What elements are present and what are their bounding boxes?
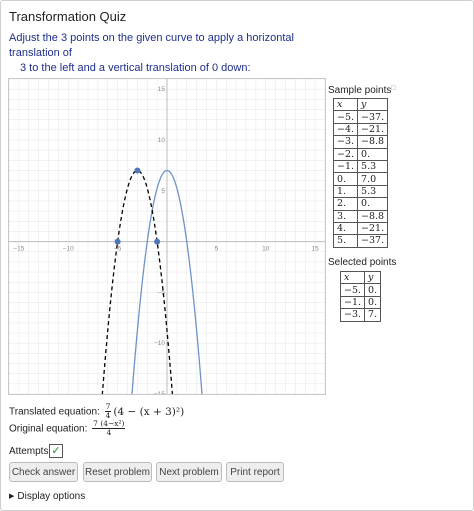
sample-points-table: x y −5. −37. −4. −21. −3. −8.8 −2. 0. −1. 5.3 0. 7.… xyxy=(332,97,389,248)
header-x: x xyxy=(332,97,359,112)
draggable-point[interactable] xyxy=(154,238,161,245)
cell-y: 5.3 xyxy=(357,184,389,199)
cell-y: −37. xyxy=(357,234,389,248)
table-row: 2. 0. xyxy=(332,197,389,211)
y-tick-label: −10 xyxy=(154,340,165,347)
draggable-point[interactable] xyxy=(114,238,121,245)
triangle-right-icon: ▶ xyxy=(9,493,15,500)
quiz-panel: Transformation Quiz Adjust the 3 points … xyxy=(0,0,474,511)
quiz-title: Transformation Quiz xyxy=(9,9,127,24)
original-fraction: 7 (4−x²) 4 xyxy=(92,419,126,437)
cell-x: 4. xyxy=(332,221,359,236)
translated-equation-rest: (4 − (x + 3)²) xyxy=(113,405,185,418)
y-tick-label: 10 xyxy=(158,137,166,144)
header-x: x xyxy=(339,270,366,285)
tick-labels: −15 −10 −5 5 10 15 15 10 5 −5 −10 −15 xyxy=(13,86,319,394)
cell-y: −8.8 xyxy=(357,209,389,223)
cell-y: −21. xyxy=(357,221,389,236)
cell-x: −3. xyxy=(332,135,359,149)
cell-x: −1. xyxy=(332,159,359,174)
x-tick-label: −10 xyxy=(63,246,74,253)
original-equation-math: 7 (4−x²) 4 xyxy=(90,419,127,437)
display-options-label: Display options xyxy=(17,491,86,502)
table-row: −1. 0. xyxy=(339,295,382,310)
cell-y: 5.3 xyxy=(357,159,389,174)
table-row: −3. 7. xyxy=(339,308,382,322)
header-y: y xyxy=(364,270,382,285)
cell-x: −1. xyxy=(339,295,366,310)
prompt-line-1: Adjust the 3 points on the given curve t… xyxy=(9,32,294,59)
y-tick-label: 15 xyxy=(158,86,166,93)
cell-y: 0. xyxy=(357,147,389,161)
display-options-toggle[interactable]: ▶ Display options xyxy=(9,491,85,502)
original-equation-label: Original equation: xyxy=(9,423,88,435)
cell-y: 0. xyxy=(364,283,382,297)
attempt-check-icon: ✓ xyxy=(49,444,63,458)
graph-svg[interactable]: −15 −10 −5 5 10 15 15 10 5 −5 −10 −15 xyxy=(9,79,325,394)
translated-fraction: 7 4 xyxy=(104,402,112,420)
table-row: 3. −8.8 xyxy=(332,209,389,223)
draggable-point[interactable] xyxy=(134,167,141,174)
cell-x: −4. xyxy=(332,122,359,137)
attempts-label: Attempts: xyxy=(9,446,52,457)
selected-points-body: −5. 0. −1. 0. −3. 7. xyxy=(339,283,382,322)
x-tick-label: 5 xyxy=(215,246,219,253)
table-header-row: x y xyxy=(339,270,382,285)
selected-points-table: x y −5. 0. −1. 0. −3. 7. xyxy=(339,270,382,322)
table-row: 5. −37. xyxy=(332,234,389,248)
cell-x: 0. xyxy=(332,172,359,186)
cell-y: 7. xyxy=(364,308,382,322)
cell-y: −8.8 xyxy=(357,135,389,149)
translated-equation-label: Translated equation: xyxy=(9,406,100,418)
cell-x: −5. xyxy=(332,110,359,124)
table-row: −5. 0. xyxy=(339,283,382,297)
header-y: y xyxy=(357,97,389,112)
sample-points-body: −5. −37. −4. −21. −3. −8.8 −2. 0. −1. 5.3 0. 7.0 1. 5… xyxy=(332,110,389,248)
table-row: −4. −21. xyxy=(332,122,389,137)
graph-canvas[interactable]: −15 −10 −5 5 10 15 15 10 5 −5 −10 −15 xyxy=(8,78,326,395)
y-tick-label: −5 xyxy=(158,289,166,296)
sample-points-mark: □ xyxy=(391,85,396,92)
table-row: 4. −21. xyxy=(332,221,389,236)
x-tick-label: 10 xyxy=(262,246,270,253)
cell-x: 1. xyxy=(332,184,359,199)
check-answer-button[interactable]: Check answer xyxy=(9,462,78,482)
translated-equation: Translated equation: 7 4 (4 − (x + 3)²) xyxy=(9,403,184,420)
print-report-button[interactable]: Print report xyxy=(226,462,284,482)
x-tick-label: −15 xyxy=(13,246,24,253)
table-row: −5. −37. xyxy=(332,110,389,124)
x-tick-label: −5 xyxy=(114,246,122,253)
cell-x: −3. xyxy=(339,308,366,322)
original-equation: Original equation: 7 (4−x²) 4 xyxy=(9,420,127,437)
cell-y: 0. xyxy=(364,295,382,310)
cell-y: 0. xyxy=(357,197,389,211)
selected-points-label: Selected points xyxy=(328,257,397,268)
table-row: −2. 0. xyxy=(332,147,389,161)
table-row: −3. −8.8 xyxy=(332,135,389,149)
table-header-row: x y xyxy=(332,97,389,112)
cell-y: −21. xyxy=(357,122,389,137)
y-tick-label: −15 xyxy=(154,391,165,394)
quiz-prompt: Adjust the 3 points on the given curve t… xyxy=(9,31,339,76)
translated-equation-math: 7 4 (4 − (x + 3)²) xyxy=(103,402,185,420)
cell-x: −5. xyxy=(339,283,366,297)
next-problem-button[interactable]: Next problem xyxy=(156,462,222,482)
sample-points-label: Sample points□ xyxy=(328,85,396,96)
axes xyxy=(9,79,325,394)
table-row: 0. 7.0 xyxy=(332,172,389,186)
reset-problem-button[interactable]: Reset problem xyxy=(83,462,152,482)
table-row: 1. 5.3 xyxy=(332,184,389,199)
cell-x: 5. xyxy=(332,234,359,248)
y-tick-label: 5 xyxy=(161,188,165,195)
x-tick-label: 15 xyxy=(312,246,320,253)
cell-x: 2. xyxy=(332,197,359,211)
prompt-line-2: 3 to the left and a vertical translation… xyxy=(20,62,251,74)
table-row: −1. 5.3 xyxy=(332,159,389,174)
cell-x: −2. xyxy=(332,147,359,161)
cell-x: 3. xyxy=(332,209,359,223)
cell-y: 7.0 xyxy=(357,172,389,186)
cell-y: −37. xyxy=(357,110,389,124)
